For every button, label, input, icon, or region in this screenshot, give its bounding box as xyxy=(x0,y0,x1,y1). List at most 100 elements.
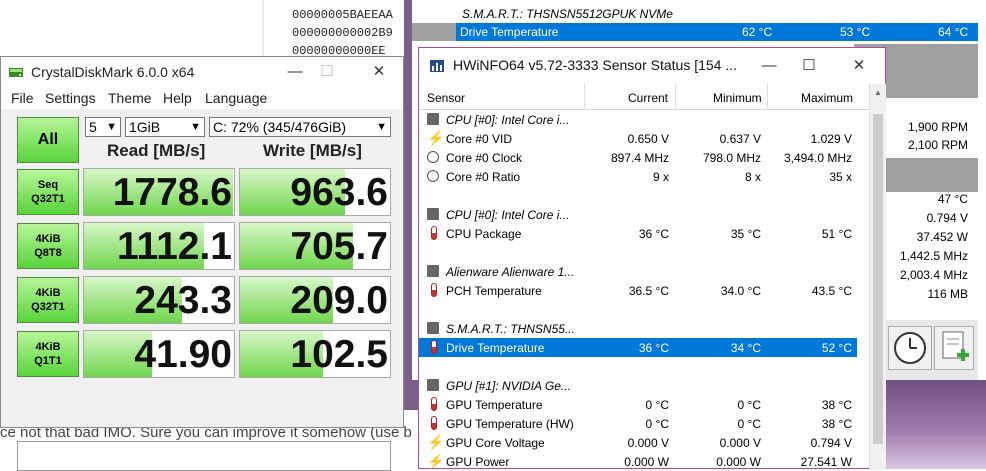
chevron-down-icon: ▼ xyxy=(106,121,117,133)
minimize-button[interactable]: — xyxy=(283,61,307,83)
sensor-row[interactable]: CPU Package 36 °C 35 °C 51 °C xyxy=(419,224,857,243)
title-bar[interactable]: CrystalDiskMark 6.0.0 x64 — ☐ ✕ xyxy=(1,57,403,87)
write-header: Write [MB/s] xyxy=(263,141,362,160)
scroll-up-icon[interactable]: ▲ xyxy=(874,88,882,97)
minimum-value: 798.0 MHz xyxy=(702,151,761,165)
maximize-button[interactable]: ☐ xyxy=(315,61,339,83)
bg-gray-block xyxy=(412,23,456,41)
test-count-select[interactable]: 5 ▼ xyxy=(85,117,121,137)
menu-language[interactable]: Language xyxy=(205,90,267,106)
test-size-select[interactable]: 1GiB ▼ xyxy=(125,117,205,137)
sensor-group-row[interactable]: CPU [#0]: Intel Core i... xyxy=(419,205,857,224)
menu-file[interactable]: File xyxy=(11,90,34,106)
crystaldiskmark-window: CrystalDiskMark 6.0.0 x64 — ☐ ✕ File Set… xyxy=(0,56,404,471)
sensor-group-row[interactable]: Alienware Alienware 1... xyxy=(419,262,857,281)
drive-select[interactable]: C: 72% (345/476GiB) ▼ xyxy=(209,117,391,137)
test-button[interactable]: Seq Q32T1 xyxy=(17,169,79,215)
chip-icon xyxy=(427,378,441,393)
sensor-group-row[interactable]: GPU [#1]: NVIDIA Ge... xyxy=(419,376,857,395)
test-button[interactable]: 4KiB Q1T1 xyxy=(17,331,79,377)
menu-help[interactable]: Help xyxy=(163,90,192,106)
sensor-row[interactable]: Core #0 Ratio 9 x 8 x 35 x xyxy=(419,167,857,186)
clock-icon xyxy=(894,332,926,364)
current-value: 36 °C xyxy=(638,341,669,355)
header-maximum[interactable]: Maximum xyxy=(801,91,853,105)
scrollbar[interactable]: ▲ xyxy=(869,84,886,470)
sensor-label: Core #0 Ratio xyxy=(446,170,521,184)
test-label-line2: Q32T1 xyxy=(31,193,65,205)
current-value: 0 °C xyxy=(645,398,669,412)
sensor-row[interactable]: PCH Temperature 36.5 °C 34.0 °C 43.5 °C xyxy=(419,281,857,300)
sensor-row[interactable]: GPU Temperature 0 °C 0 °C 38 °C xyxy=(419,395,857,414)
add-document-icon xyxy=(942,331,969,361)
minimum-value: 0 °C xyxy=(737,398,761,412)
sensor-label: S.M.A.R.T.: THNSN55... xyxy=(446,322,575,336)
sensor-row[interactable]: Core #0 Clock 897.4 MHz 798.0 MHz 3,494.0 M… xyxy=(419,148,857,167)
test-label-line2: Q8T8 xyxy=(34,247,62,259)
test-count-value: 5 xyxy=(89,119,97,135)
menu-bar: File Settings Theme Help Language xyxy=(1,87,403,109)
close-button[interactable]: ✕ xyxy=(367,61,391,83)
chip-icon xyxy=(427,207,441,222)
run-all-button[interactable]: All xyxy=(17,117,79,163)
sensor-label: Drive Temperature xyxy=(446,341,545,355)
sensor-label: Core #0 VID xyxy=(446,132,513,146)
bg-side-value: 1,442.5 MHz xyxy=(899,249,968,263)
test-label-line1: 4KiB xyxy=(35,287,61,299)
voltage-icon: ⚡ xyxy=(427,130,445,146)
current-value: 36 °C xyxy=(638,227,669,241)
maximum-value: 43.5 °C xyxy=(811,284,852,298)
test-button[interactable]: 4KiB Q8T8 xyxy=(17,223,79,269)
read-result: 1112.1 xyxy=(83,222,235,270)
maximum-value: 52 °C xyxy=(821,341,852,355)
test-button[interactable]: 4KiB Q32T1 xyxy=(17,277,79,323)
sensor-row[interactable]: GPU Temperature (HW) 0 °C 0 °C 38 °C xyxy=(419,414,857,433)
read-value: 243.3 xyxy=(134,279,232,322)
timer-button[interactable] xyxy=(888,326,932,370)
sensor-label: GPU Temperature (HW) xyxy=(446,417,574,431)
hex-view-background: 00000005BAEEAA 000000000002B9 0000000000… xyxy=(0,0,410,58)
current-value: 0.650 V xyxy=(627,132,669,146)
report-button[interactable] xyxy=(934,326,974,370)
bg-side-value: 47 °C xyxy=(937,192,968,206)
sensor-group-row[interactable]: S.M.A.R.T.: THNSN55... xyxy=(419,319,857,338)
header-current[interactable]: Current xyxy=(628,91,668,105)
close-button[interactable]: ✕ xyxy=(847,55,871,77)
sensor-row[interactable]: ⚡ Core #0 VID 0.650 V 0.637 V 1.029 V xyxy=(419,129,857,148)
title-bar[interactable]: HWiNFO64 v5.72-3333 Sensor Status [154 .… xyxy=(419,48,885,84)
thermometer-icon xyxy=(427,416,441,431)
minimize-button[interactable]: — xyxy=(757,55,781,77)
chevron-down-icon: ▼ xyxy=(376,121,387,133)
chip-icon xyxy=(427,321,441,336)
menu-settings[interactable]: Settings xyxy=(45,90,96,106)
sensor-row[interactable]: ⚡ GPU Core Voltage 0.000 V 0.000 V 0.794 V xyxy=(419,433,857,452)
maximize-button[interactable]: ☐ xyxy=(797,55,821,77)
read-result: 41.90 xyxy=(83,330,235,378)
divider xyxy=(584,84,585,110)
bg-side-value: 116 MB xyxy=(927,287,968,301)
scrollbar-thumb[interactable] xyxy=(873,114,883,444)
current-value: 897.4 MHz xyxy=(610,151,669,165)
menu-theme[interactable]: Theme xyxy=(108,90,152,106)
chevron-down-icon: ▼ xyxy=(190,121,201,133)
sensor-group-row[interactable]: CPU [#0]: Intel Core i... xyxy=(419,110,857,129)
chip-icon xyxy=(427,264,441,279)
sensor-row[interactable]: Drive Temperature 36 °C 34 °C 52 °C xyxy=(419,338,857,357)
clock-icon xyxy=(427,169,441,184)
bg-side-value: 1,900 RPM xyxy=(907,120,968,134)
test-label-line1: 4KiB xyxy=(35,341,61,353)
header-sensor[interactable]: Sensor xyxy=(427,91,465,105)
minimum-value: 0 °C xyxy=(737,417,761,431)
voltage-icon: ⚡ xyxy=(427,453,445,469)
sensor-row[interactable]: ⚡ GPU Power 0.000 W 0.000 W 27.541 W xyxy=(419,452,857,471)
test-label-line1: Seq xyxy=(37,179,59,191)
test-label-line2: Q1T1 xyxy=(34,355,62,367)
bg-selected-row[interactable]: Drive Temperature 62 °C 53 °C 64 °C xyxy=(456,23,978,41)
current-value: 0.000 W xyxy=(624,455,669,469)
header-minimum[interactable]: Minimum xyxy=(713,91,762,105)
thermometer-icon xyxy=(427,226,441,241)
comment-input[interactable] xyxy=(17,441,391,471)
current-value: 0 °C xyxy=(645,417,669,431)
window-title: CrystalDiskMark 6.0.0 x64 xyxy=(31,64,195,80)
minimum-value: 8 x xyxy=(744,170,761,184)
